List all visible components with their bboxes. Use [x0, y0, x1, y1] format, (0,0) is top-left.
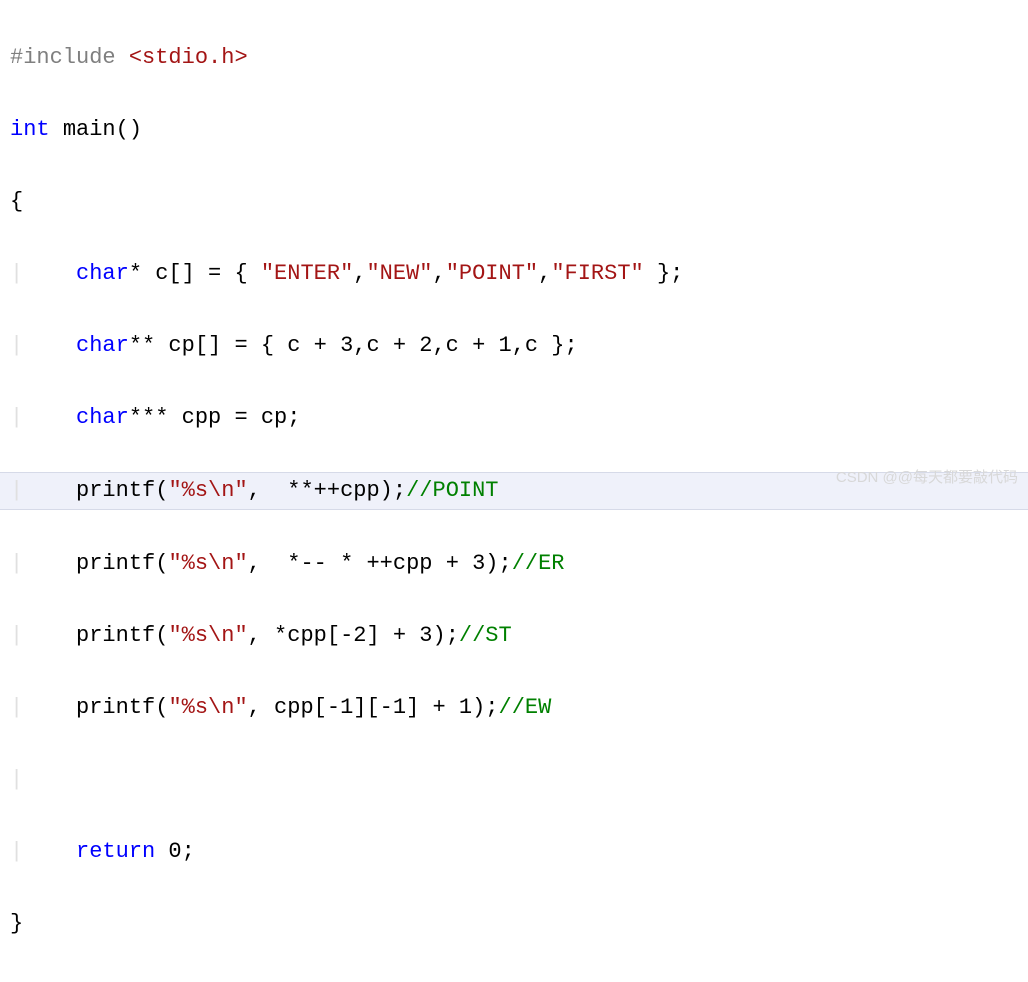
comment: //POINT	[406, 478, 498, 503]
keyword-char: char	[76, 405, 129, 430]
code-line-2: int main()	[10, 112, 1018, 148]
keyword-int: int	[10, 117, 50, 142]
string-literal: "NEW"	[366, 261, 432, 286]
function-call: printf(	[76, 695, 168, 720]
include-header: <stdio.h>	[129, 45, 248, 70]
format-string: "%s\n"	[168, 478, 247, 503]
code-line-11-blank: |	[10, 762, 1018, 798]
code-line-8: | printf("%s\n", *-- * ++cpp + 3);//ER	[10, 546, 1018, 582]
code-line-6: | char*** cpp = cp;	[10, 400, 1018, 436]
code-line-3: {	[10, 184, 1018, 220]
code-line-4: | char* c[] = { "ENTER","NEW","POINT","F…	[10, 256, 1018, 292]
code-line-10: | printf("%s\n", cpp[-1][-1] + 1);//EW	[10, 690, 1018, 726]
function-name: main	[63, 117, 116, 142]
comment: //ER	[512, 551, 565, 576]
string-literal: "ENTER"	[261, 261, 353, 286]
brace-open: {	[10, 189, 23, 214]
watermark: CSDN @@每天都要敲代码	[836, 460, 1018, 496]
code-line-1: #include <stdio.h>	[10, 40, 1018, 76]
code-line-12: | return 0;	[10, 834, 1018, 870]
function-call: printf(	[76, 478, 168, 503]
string-literal: "POINT"	[446, 261, 538, 286]
parens: ()	[116, 117, 142, 142]
keyword-char: char	[76, 333, 129, 358]
format-string: "%s\n"	[168, 695, 247, 720]
function-call: printf(	[76, 623, 168, 648]
comment: //ST	[459, 623, 512, 648]
comment: //EW	[499, 695, 552, 720]
keyword-return: return	[76, 839, 155, 864]
preprocessor-directive: #include	[10, 45, 129, 70]
string-literal: "FIRST"	[551, 261, 643, 286]
format-string: "%s\n"	[168, 623, 247, 648]
function-call: printf(	[76, 551, 168, 576]
code-line-5: | char** cp[] = { c + 3,c + 2,c + 1,c };	[10, 328, 1018, 364]
brace-close: }	[10, 911, 23, 936]
keyword-char: char	[76, 261, 129, 286]
code-line-13: }	[10, 906, 1018, 942]
format-string: "%s\n"	[168, 551, 247, 576]
code-line-9: | printf("%s\n", *cpp[-2] + 3);//ST	[10, 618, 1018, 654]
